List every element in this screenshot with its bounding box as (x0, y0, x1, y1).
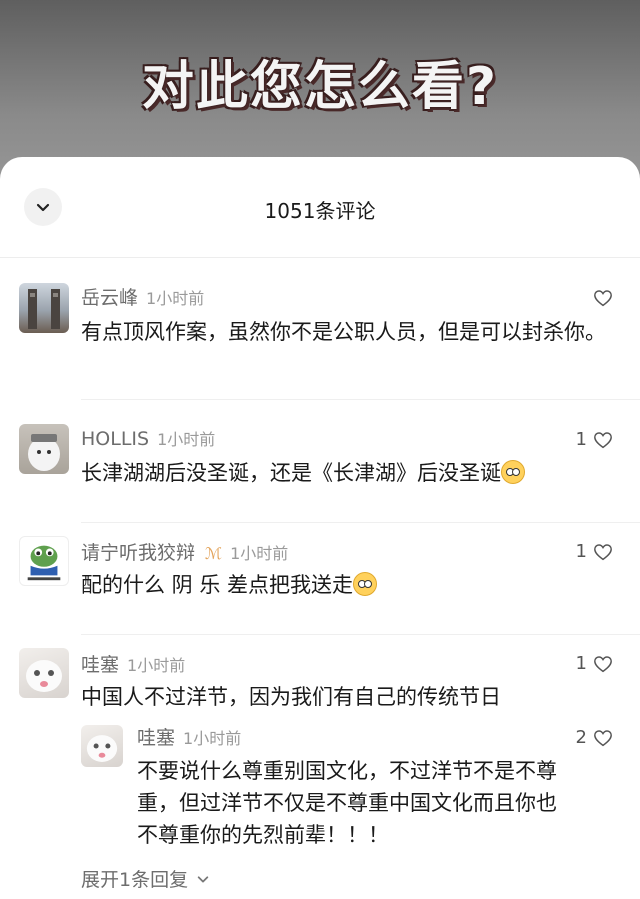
like-button[interactable]: 1 (576, 541, 613, 562)
sweat-emoji-icon (353, 572, 378, 596)
comment-item: 哇塞 1小时前 1 中国人不过洋节，因为我们有自己的传统节日 哇塞 1小时前 2… (0, 637, 640, 899)
comment-text: 长津湖湖后没圣诞，还是《长津湖》后没圣诞 (81, 461, 501, 485)
like-button[interactable]: 2 (576, 727, 613, 748)
like-button[interactable]: 1 (576, 653, 613, 674)
comment-count-title: 1051条评论 (264, 199, 376, 223)
comment-time: 1小时前 (230, 544, 289, 563)
heart-outline-icon (594, 729, 612, 746)
divider (81, 522, 640, 523)
comment-text: 中国人不过洋节，因为我们有自己的传统节日 (81, 685, 501, 709)
reply-item: 哇塞 1小时前 2 不要说什么尊重别国文化，不过洋节不是不尊重，但过洋节不仅是不… (0, 723, 640, 863)
like-count: 1 (575, 429, 587, 450)
user-badge-icon: ℳ (205, 544, 223, 563)
smile-emoji-icon (501, 460, 525, 484)
avatar[interactable] (81, 725, 123, 767)
heart-outline-icon (594, 655, 612, 672)
divider (81, 399, 640, 400)
comment-time: 1小时前 (146, 289, 205, 308)
comment-author[interactable]: 请宁听我狡辩 (81, 538, 195, 565)
comment-author[interactable]: HOLLIS (81, 428, 149, 450)
like-button[interactable]: 1 (576, 429, 613, 450)
comments-sheet: 1051条评论 岳云峰 1小时前 有点顶风作案，虽然你不是公职人员，但是可以封杀… (0, 157, 640, 899)
avatar[interactable] (19, 536, 69, 586)
heart-outline-icon (594, 431, 612, 448)
divider (81, 634, 640, 635)
reply-text: 不要说什么尊重别国文化，不过洋节不是不尊重，但过洋节不仅是不尊重中国文化而且你也… (137, 759, 557, 847)
comment-time: 1小时前 (157, 430, 216, 449)
avatar[interactable] (19, 283, 69, 333)
comment-author[interactable]: 哇塞 (81, 650, 119, 677)
like-count: 2 (575, 727, 587, 748)
comments-header: 1051条评论 (0, 157, 640, 258)
comment-author[interactable]: 岳云峰 (81, 283, 138, 310)
comment-text: 配的什么 阴 乐 差点把我送走 (81, 573, 354, 597)
avatar[interactable] (19, 648, 69, 698)
heart-outline-icon (594, 290, 612, 307)
avatar[interactable] (19, 424, 69, 474)
expand-replies-label: 展开1条回复 (81, 869, 189, 891)
video-caption: 对此您怎么看? (141, 57, 499, 117)
like-button[interactable] (587, 289, 613, 307)
comment-item: 岳云峰 1小时前 有点顶风作案，虽然你不是公职人员，但是可以封杀你。 (0, 271, 640, 401)
comment-item: HOLLIS 1小时前 1 长津湖湖后没圣诞，还是《长津湖》后没圣诞 (0, 413, 640, 523)
comment-item: 请宁听我狡辩 ℳ 1小时前 1 配的什么 阴 乐 差点把我送走 (0, 525, 640, 635)
comment-time: 1小时前 (127, 656, 186, 675)
heart-outline-icon (594, 543, 612, 560)
chevron-down-icon (197, 875, 209, 882)
comment-text: 有点顶风作案，虽然你不是公职人员，但是可以封杀你。 (81, 320, 606, 344)
reply-author[interactable]: 哇塞 (137, 723, 175, 750)
reply-time: 1小时前 (183, 729, 242, 748)
expand-replies-button[interactable]: 展开1条回复 (81, 865, 210, 892)
like-count: 1 (575, 541, 587, 562)
like-count: 1 (575, 653, 587, 674)
